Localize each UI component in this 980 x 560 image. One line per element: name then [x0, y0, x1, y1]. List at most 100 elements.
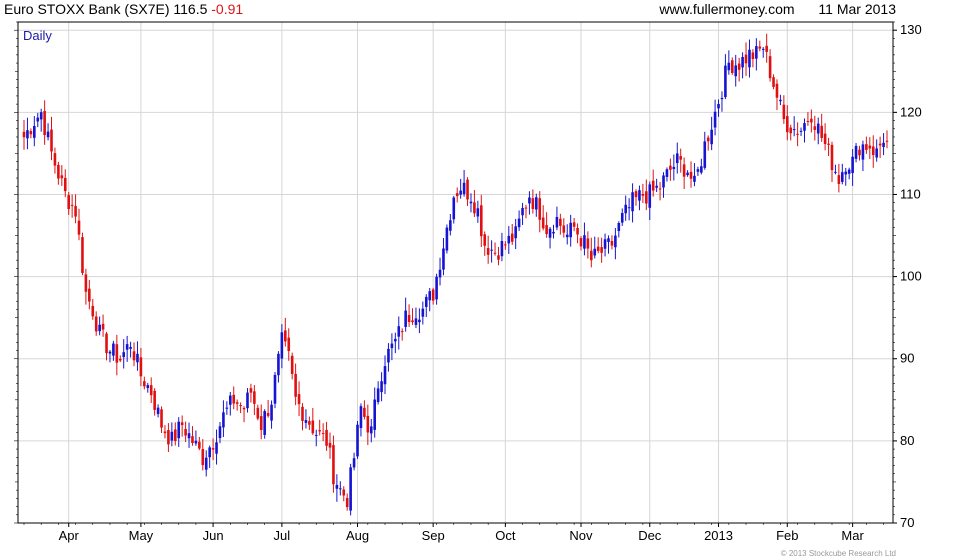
candle-down — [868, 137, 872, 159]
candle-body — [356, 424, 359, 457]
candle-body — [607, 238, 610, 242]
candle-body — [270, 404, 273, 421]
candle-up — [755, 38, 758, 71]
candle-up — [514, 218, 517, 250]
candle-body — [500, 241, 504, 257]
candle-body — [387, 348, 390, 363]
candle-body — [638, 190, 641, 201]
x-tick-label: Jun — [203, 528, 224, 543]
candle-down — [871, 135, 875, 168]
candle-up — [476, 200, 480, 223]
candle-body — [713, 111, 717, 128]
candle-up — [156, 404, 160, 418]
candle-body — [149, 385, 153, 396]
candle-body — [239, 405, 242, 407]
candle-up — [861, 140, 865, 172]
candle-up — [761, 47, 765, 58]
candle-body — [187, 433, 191, 439]
x-tick-label: Mar — [841, 528, 864, 543]
candle-body — [228, 395, 232, 405]
candle-body — [380, 381, 383, 393]
candle-body — [834, 171, 837, 173]
candle-body — [476, 208, 480, 217]
candle-body — [101, 323, 105, 330]
candle-body — [67, 195, 70, 209]
candle-body — [418, 319, 421, 323]
candle-body — [693, 175, 696, 182]
candle-down — [545, 212, 548, 238]
candle-body — [493, 252, 497, 254]
candle-body — [108, 351, 112, 354]
candle-body — [490, 249, 493, 251]
candle-body — [125, 344, 129, 350]
candle-body — [696, 169, 700, 172]
candle-body — [373, 399, 377, 430]
candle-up — [779, 94, 782, 106]
candle-body — [792, 129, 796, 131]
candle-up — [246, 388, 249, 413]
candle-body — [160, 409, 163, 428]
candle-body — [858, 149, 861, 156]
candle-up — [607, 235, 610, 254]
candle-body — [641, 193, 645, 196]
candle-up — [534, 193, 538, 217]
candle-down — [682, 157, 686, 189]
candle-up — [352, 452, 356, 471]
candle-body — [36, 117, 40, 122]
candle-down — [610, 235, 614, 250]
candle-body — [572, 222, 576, 227]
candle-body — [325, 429, 328, 446]
candle-down — [115, 334, 119, 376]
candle-up — [620, 208, 624, 226]
candle-body — [755, 46, 758, 59]
candle-body — [758, 46, 762, 49]
candle-up — [854, 143, 858, 163]
candle-down — [837, 163, 841, 193]
candle-down — [70, 194, 74, 218]
candle-down — [101, 314, 105, 337]
candle-body — [617, 222, 621, 232]
candle-down — [596, 237, 600, 254]
candle-down — [232, 386, 236, 410]
candle-body — [222, 412, 225, 428]
candle-body — [751, 52, 755, 60]
candle-up — [627, 198, 631, 221]
y-tick-label: 110 — [900, 186, 921, 201]
candle-body — [483, 234, 487, 246]
candle-up — [435, 273, 438, 305]
candle-down — [332, 435, 335, 493]
candle-body — [266, 413, 270, 416]
candle-body — [459, 190, 462, 195]
candle-up — [380, 372, 383, 402]
candle-body — [232, 394, 236, 404]
candle-up — [136, 341, 139, 371]
candle-down — [84, 268, 88, 305]
x-tick-label: Nov — [569, 528, 593, 543]
candle-down — [765, 33, 768, 63]
candle-body — [50, 129, 53, 152]
candle-up — [177, 417, 181, 447]
candle-body — [335, 484, 339, 489]
candle-down — [411, 308, 414, 325]
candle-up — [208, 445, 211, 468]
candle-down — [53, 147, 57, 174]
candle-up — [603, 233, 607, 257]
candle-up — [727, 50, 731, 75]
candle-up — [122, 339, 126, 369]
candle-up — [717, 99, 720, 117]
candle-body — [77, 220, 81, 235]
candle-body — [504, 244, 507, 246]
candle-body — [521, 207, 524, 216]
candle-body — [198, 441, 201, 449]
copyright-notice: © 2013 Stockcube Research Ltd — [780, 549, 896, 558]
candle-body — [871, 146, 875, 156]
candle-body — [156, 407, 160, 415]
candle-down — [294, 363, 297, 406]
candle-body — [139, 357, 143, 377]
candle-down — [789, 124, 793, 141]
candle-body — [167, 429, 170, 445]
candle-down — [149, 377, 153, 403]
candle-up — [397, 316, 401, 350]
candle-up — [418, 308, 421, 334]
candle-body — [308, 421, 311, 425]
